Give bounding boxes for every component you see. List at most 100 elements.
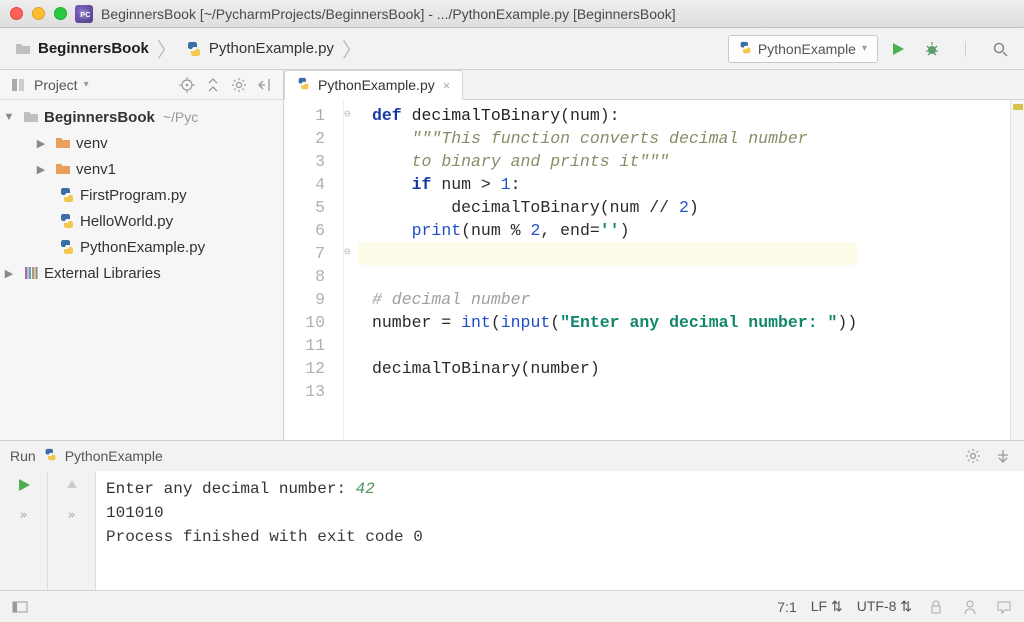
line-number: 3 <box>284 150 325 173</box>
line-separator[interactable]: LF ⇅ <box>811 598 843 615</box>
editor-area: PythonExample.py × 1 2 3 4 5 6 7 8 9 10 … <box>284 70 1024 440</box>
editor-tabs: PythonExample.py × <box>284 70 1024 100</box>
file-encoding[interactable]: UTF-8 ⇅ <box>857 598 912 615</box>
minimize-window-button[interactable] <box>32 7 45 20</box>
hector-icon[interactable] <box>960 597 980 617</box>
tab-label: PythonExample.py <box>318 77 435 93</box>
python-file-icon <box>185 40 203 58</box>
rerun-button[interactable] <box>16 477 32 496</box>
editor-scrollbar[interactable] <box>1010 100 1024 440</box>
run-configuration-selector[interactable]: PythonExample ▾ <box>728 35 878 63</box>
tree-external-libraries[interactable]: ▶ External Libraries <box>0 260 283 286</box>
run-header: Run PythonExample <box>0 441 1024 471</box>
chevron-down-icon[interactable]: ▾ <box>84 79 89 90</box>
close-tab-button[interactable]: × <box>443 78 451 93</box>
tree-root-path: ~/Pyc <box>163 109 198 125</box>
gear-icon[interactable] <box>229 75 249 95</box>
project-pane-title: Project <box>34 77 78 93</box>
chevron-down-icon[interactable]: ▼ <box>0 111 18 123</box>
code-content[interactable]: def decimalToBinary(num): """This functi… <box>358 100 857 440</box>
window-title: BeginnersBook [~/PycharmProjects/Beginne… <box>101 6 1014 22</box>
line-number: 6 <box>284 219 325 242</box>
run-toolbar-left: » <box>0 471 48 590</box>
tree-file-helloworld[interactable]: HelloWorld.py <box>0 208 283 234</box>
line-number: 2 <box>284 127 325 150</box>
folder-icon <box>54 134 72 152</box>
gear-icon[interactable] <box>962 445 984 467</box>
divider: │ <box>952 35 980 63</box>
run-title: Run <box>10 448 36 464</box>
console-user-input: 42 <box>356 480 375 498</box>
project-tree: ▼ BeginnersBook ~/Pyc ▶ venv ▶ venv1 Fir… <box>0 100 283 290</box>
locate-icon[interactable] <box>177 75 197 95</box>
feedback-icon[interactable] <box>994 597 1014 617</box>
main-body: Project ▾ ▼ BeginnersBook ~/Pyc ▶ venv ▶ <box>0 70 1024 440</box>
close-window-button[interactable] <box>10 7 23 20</box>
line-number: 4 <box>284 173 325 196</box>
line-number: 9 <box>284 288 325 311</box>
run-toolbar-left2: » <box>48 471 96 590</box>
more-button[interactable]: » <box>20 508 28 523</box>
run-console-output[interactable]: Enter any decimal number: 42 101010 Proc… <box>96 471 1024 590</box>
maximize-window-button[interactable] <box>54 7 67 20</box>
console-output-line: 101010 <box>106 504 164 522</box>
run-tool-window: Run PythonExample » » Enter any decimal … <box>0 440 1024 590</box>
code-editor[interactable]: 1 2 3 4 5 6 7 8 9 10 11 12 13 ⊖ ⊖ def de… <box>284 100 1024 440</box>
tree-item-label: FirstProgram.py <box>80 187 187 204</box>
tree-item-label: venv <box>76 135 108 152</box>
pycharm-app-icon: PC <box>75 5 93 23</box>
tree-folder-venv[interactable]: ▶ venv <box>0 130 283 156</box>
window-controls <box>10 7 67 20</box>
chevron-right-icon[interactable]: ▶ <box>0 267 18 280</box>
python-file-icon <box>297 77 310 93</box>
line-number: 13 <box>284 380 325 403</box>
python-file-icon <box>739 41 752 57</box>
breadcrumb-project-label: BeginnersBook <box>38 40 149 57</box>
breadcrumb-file-label: PythonExample.py <box>209 40 334 57</box>
tool-window-toggle-icon[interactable] <box>10 597 30 617</box>
tree-item-label: venv1 <box>76 161 116 178</box>
python-file-icon <box>44 448 57 464</box>
breadcrumb-file[interactable]: PythonExample.py <box>181 38 338 60</box>
tree-item-label: PythonExample.py <box>80 239 205 256</box>
hide-icon[interactable] <box>992 445 1014 467</box>
tab-pythonexample[interactable]: PythonExample.py × <box>284 70 463 100</box>
navigation-bar: BeginnersBook 〉 PythonExample.py 〉 Pytho… <box>0 28 1024 70</box>
code-folding-gutter[interactable]: ⊖ ⊖ <box>344 100 358 440</box>
titlebar: PC BeginnersBook [~/PycharmProjects/Begi… <box>0 0 1024 28</box>
tree-item-label: External Libraries <box>44 265 161 282</box>
run-button[interactable] <box>884 35 912 63</box>
collapse-all-icon[interactable] <box>203 75 223 95</box>
cursor-position[interactable]: 7:1 <box>777 599 796 615</box>
chevron-right-icon[interactable]: ▶ <box>32 163 50 176</box>
lock-icon[interactable] <box>926 597 946 617</box>
debug-button[interactable] <box>918 35 946 63</box>
more-button[interactable]: » <box>68 508 76 523</box>
console-prompt: Enter any decimal number: <box>106 480 356 498</box>
run-body: » » Enter any decimal number: 42 101010 … <box>0 471 1024 590</box>
breadcrumb-project[interactable]: BeginnersBook <box>10 38 153 60</box>
line-number: 7 <box>284 242 325 265</box>
folder-icon <box>22 108 40 126</box>
run-config-label: PythonExample <box>65 448 163 464</box>
tree-folder-venv1[interactable]: ▶ venv1 <box>0 156 283 182</box>
chevron-right-icon[interactable]: ▶ <box>32 137 50 150</box>
tree-file-pythonexample[interactable]: PythonExample.py <box>0 234 283 260</box>
svg-text:PC: PC <box>80 10 90 19</box>
tree-file-firstprogram[interactable]: FirstProgram.py <box>0 182 283 208</box>
line-number: 12 <box>284 357 325 380</box>
project-tool-window: Project ▾ ▼ BeginnersBook ~/Pyc ▶ venv ▶ <box>0 70 284 440</box>
project-view-icon[interactable] <box>8 75 28 95</box>
hide-icon[interactable] <box>255 75 275 95</box>
search-everywhere-button[interactable] <box>986 35 1014 63</box>
tree-item-label: HelloWorld.py <box>80 213 173 230</box>
tree-root[interactable]: ▼ BeginnersBook ~/Pyc <box>0 104 283 130</box>
scroll-up-button[interactable] <box>64 477 80 496</box>
console-exit-line: Process finished with exit code 0 <box>106 528 423 546</box>
folder-icon <box>14 40 32 58</box>
tree-root-label: BeginnersBook <box>44 109 155 126</box>
line-number-gutter: 1 2 3 4 5 6 7 8 9 10 11 12 13 <box>284 100 344 440</box>
breadcrumb-separator: 〉 <box>157 34 177 63</box>
line-number: 11 <box>284 334 325 357</box>
python-file-icon <box>58 186 76 204</box>
